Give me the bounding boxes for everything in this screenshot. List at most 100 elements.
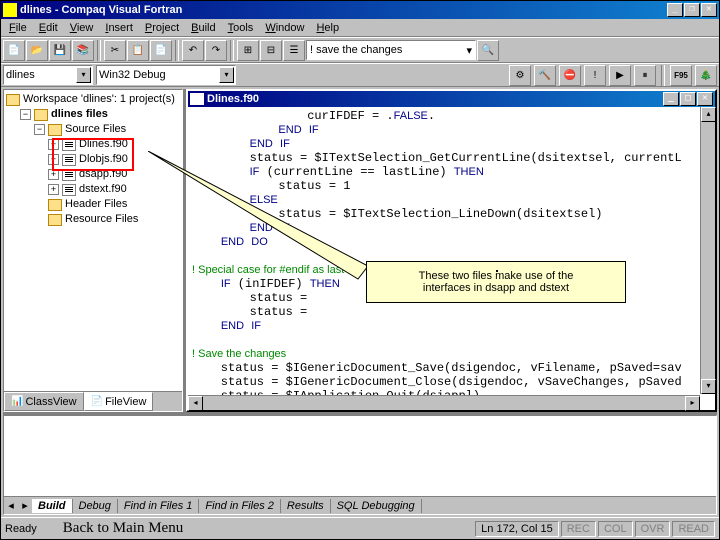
workspace: Workspace 'dlines': 1 project(s) −dlines… <box>3 89 717 515</box>
hscrollbar[interactable]: ◂ ▸ <box>188 395 700 410</box>
save-button[interactable]: 💾 <box>49 40 71 61</box>
status-read: READ <box>672 521 715 537</box>
maximize-button[interactable]: ❐ <box>684 3 700 17</box>
tab-find2[interactable]: Find in Files 2 <box>199 499 280 513</box>
stop-build-button[interactable]: ⛔ <box>559 65 581 86</box>
tab-debug[interactable]: Debug <box>73 499 118 513</box>
menu-view[interactable]: View <box>64 20 100 36</box>
menu-project[interactable]: Project <box>139 20 185 36</box>
tab-fileview[interactable]: 📄 FileView <box>84 392 154 411</box>
tree-project[interactable]: −dlines files <box>6 107 180 122</box>
vscrollbar[interactable]: ▴ ▾ <box>700 107 715 394</box>
collapse-icon[interactable]: − <box>34 124 45 135</box>
tree-file-dstext[interactable]: +dstext.f90 <box>6 182 180 197</box>
code-titlebar: Dlines.f90 _ □ ✕ <box>188 91 715 107</box>
ws-button[interactable]: ⊞ <box>237 40 259 61</box>
open-button[interactable]: 📂 <box>26 40 48 61</box>
config-combo[interactable]: Win32 Debug ▾ <box>96 65 236 85</box>
redo-button[interactable]: ↷ <box>205 40 227 61</box>
tree-header-folder[interactable]: Header Files <box>6 197 180 212</box>
menu-window[interactable]: Window <box>259 20 310 36</box>
code-close-button[interactable]: ✕ <box>697 92 713 106</box>
project-tree-panel: Workspace 'dlines': 1 project(s) −dlines… <box>3 89 183 412</box>
menu-edit[interactable]: Edit <box>33 20 64 36</box>
tree-tabs: 📊 ClassView 📄 FileView <box>4 391 182 411</box>
project-icon <box>34 109 48 121</box>
cut-button[interactable]: ✂ <box>104 40 126 61</box>
tab-classview[interactable]: 📊 ClassView <box>4 392 84 411</box>
menu-build[interactable]: Build <box>185 20 221 36</box>
window-title: dlines - Compaq Visual Fortran <box>20 4 667 16</box>
callout-text-1: These two files make use of the <box>379 270 613 282</box>
status-position: Ln 172, Col 15 <box>475 521 559 537</box>
output-text[interactable] <box>4 416 716 496</box>
close-button[interactable]: ✕ <box>701 3 717 17</box>
copy-button[interactable]: 📋 <box>127 40 149 61</box>
build-button[interactable]: 🔨 <box>534 65 556 86</box>
code-editor[interactable]: curIFDEF = .FALSE. END IF END IF status … <box>188 107 715 410</box>
find-text: ! save the changes <box>310 44 402 56</box>
file-icon <box>62 169 76 181</box>
code-max-button[interactable]: □ <box>680 92 696 106</box>
output-button[interactable]: ⊟ <box>260 40 282 61</box>
new-button[interactable]: 📄 <box>3 40 25 61</box>
status-ovr: OVR <box>635 521 671 537</box>
find-field[interactable]: ! save the changes ▾ <box>306 40 476 60</box>
tab-sql[interactable]: SQL Debugging <box>331 499 422 513</box>
expand-icon[interactable]: + <box>48 154 59 165</box>
saveall-button[interactable]: 📚 <box>72 40 94 61</box>
tab-build[interactable]: Build <box>32 499 73 513</box>
scroll-down-icon[interactable]: ▾ <box>701 379 716 394</box>
menu-tools[interactable]: Tools <box>222 20 260 36</box>
app-icon <box>3 3 17 17</box>
scroll-left-icon[interactable]: ◂ <box>188 396 203 411</box>
tree-resource-folder[interactable]: Resource Files <box>6 212 180 227</box>
tab-scroll-left[interactable]: ◂ <box>4 499 18 512</box>
back-link[interactable]: Back to Main Menu <box>63 520 183 537</box>
status-ready: Ready <box>5 523 37 535</box>
menu-file[interactable]: File <box>3 20 33 36</box>
code-window: Dlines.f90 _ □ ✕ curIFDEF = .FALSE. END … <box>186 89 717 412</box>
compile-button[interactable]: ⚙ <box>509 65 531 86</box>
minimize-button[interactable]: _ <box>667 3 683 17</box>
break-button[interactable]: ⏸ <box>634 65 656 86</box>
expand-icon[interactable]: + <box>48 139 59 150</box>
menu-help[interactable]: Help <box>310 20 345 36</box>
find-button[interactable]: 🔍 <box>477 40 499 61</box>
folder-icon <box>48 124 62 136</box>
tree-file-dlines[interactable]: +Dlines.f90 <box>6 137 180 152</box>
tree-file-dsapp[interactable]: +dsapp.f90 <box>6 167 180 182</box>
titlebar: dlines - Compaq Visual Fortran _ ❐ ✕ <box>1 1 719 19</box>
expand-icon[interactable]: + <box>48 184 59 195</box>
run-button[interactable]: ! <box>584 65 606 86</box>
project-tree[interactable]: Workspace 'dlines': 1 project(s) −dlines… <box>4 90 182 391</box>
paste-button[interactable]: 📄 <box>150 40 172 61</box>
callout-text-2: interfaces in dsapp and dstext <box>379 282 613 294</box>
collapse-icon[interactable]: − <box>20 109 31 120</box>
scroll-up-icon[interactable]: ▴ <box>701 107 716 122</box>
tree-workspace[interactable]: Workspace 'dlines': 1 project(s) <box>6 92 180 107</box>
tab-scroll-right[interactable]: ▸ <box>18 499 32 512</box>
target-value: dlines <box>6 69 35 81</box>
expand-icon[interactable]: + <box>48 169 59 180</box>
help2-button[interactable]: 🎄 <box>695 65 717 86</box>
tab-results[interactable]: Results <box>281 499 331 513</box>
folder-icon <box>48 214 62 226</box>
scroll-right-icon[interactable]: ▸ <box>685 396 700 411</box>
tab-find1[interactable]: Find in Files 1 <box>118 499 199 513</box>
doc-icon <box>190 93 204 105</box>
file-icon <box>62 184 76 196</box>
code-min-button[interactable]: _ <box>663 92 679 106</box>
menubar: File Edit View Insert Project Build Tool… <box>1 19 719 37</box>
menu-insert[interactable]: Insert <box>99 20 139 36</box>
winlist-button[interactable]: ☰ <box>283 40 305 61</box>
file-icon <box>62 154 76 166</box>
toolbar-build: dlines ▾ Win32 Debug ▾ ⚙ 🔨 ⛔ ! ▶ ⏸ F95 🎄 <box>1 63 719 87</box>
f95-button[interactable]: F95 <box>670 65 692 86</box>
tree-source-folder[interactable]: −Source Files <box>6 122 180 137</box>
undo-button[interactable]: ↶ <box>182 40 204 61</box>
go-button[interactable]: ▶ <box>609 65 631 86</box>
statusbar: Ready Back to Main Menu Ln 172, Col 15 R… <box>1 517 719 539</box>
tree-file-dlobjs[interactable]: +Dlobjs.f90 <box>6 152 180 167</box>
target-combo[interactable]: dlines ▾ <box>3 65 93 85</box>
